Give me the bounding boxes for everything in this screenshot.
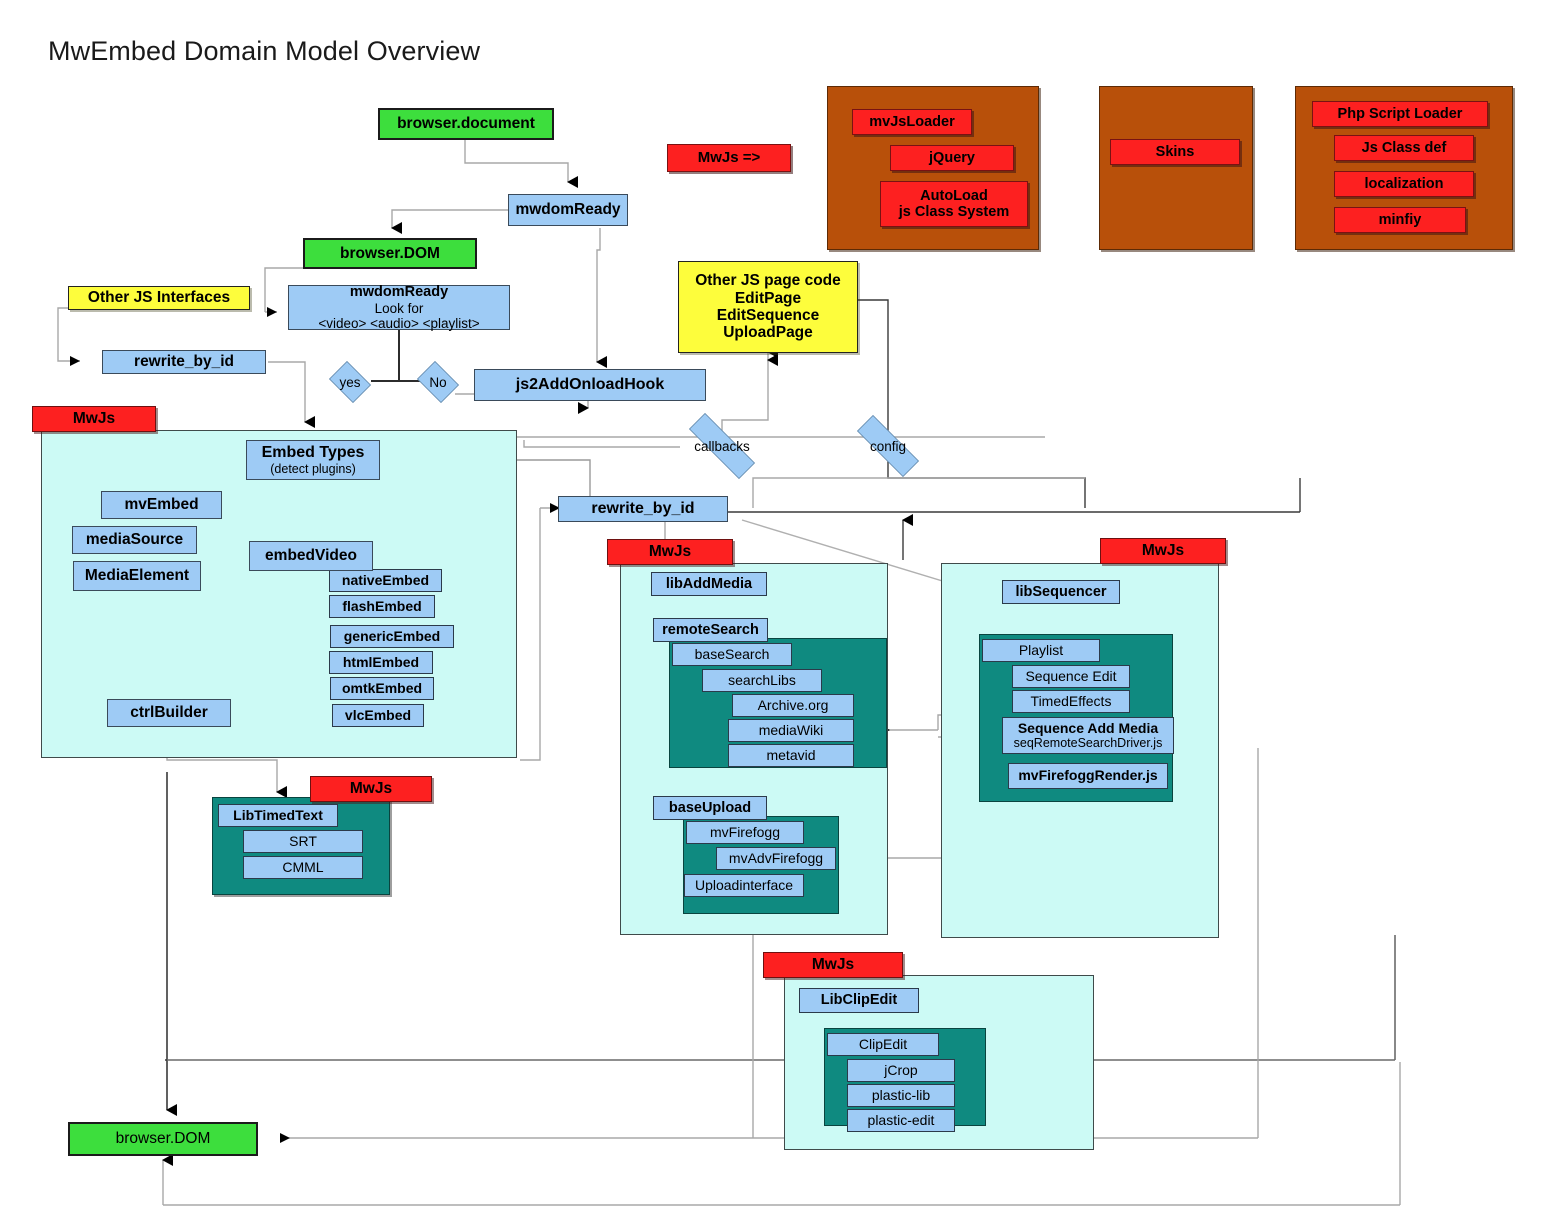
node-ctrlbuilder[interactable]: ctrlBuilder	[107, 699, 231, 727]
node-plastic-edit[interactable]: plastic-edit	[847, 1109, 955, 1132]
node-timedeffects[interactable]: TimedEffects	[1012, 690, 1130, 713]
node-js2addonloadhook[interactable]: js2AddOnloadHook	[474, 369, 706, 401]
node-remotesearch[interactable]: remoteSearch	[653, 618, 768, 642]
other-js-page-code-line1: Other JS page code	[695, 272, 841, 290]
loader-item-localization[interactable]: localization	[1334, 171, 1474, 197]
group-baseupload: mvFirefogg mvAdvFirefogg Uploadinterface	[683, 816, 839, 914]
node-libtimedtext[interactable]: LibTimedText	[218, 804, 338, 827]
node-basesearch[interactable]: baseSearch	[672, 643, 792, 666]
connector-config[interactable]: config	[842, 415, 934, 477]
connector-callbacks[interactable]: callbacks	[672, 413, 772, 479]
group-skins: Skins	[1099, 86, 1253, 250]
group-remotesearch: baseSearch searchLibs Archive.org mediaW…	[669, 638, 887, 768]
other-js-page-code-line4: UploadPage	[723, 324, 813, 342]
node-browser-dom-bottom[interactable]: browser.DOM	[68, 1122, 258, 1156]
node-searchlibs[interactable]: searchLibs	[702, 669, 822, 692]
node-mediaelement[interactable]: MediaElement	[73, 561, 201, 591]
decision-no-label: No	[429, 374, 447, 390]
panel-addmedia: libAddMedia remoteSearch baseSearch sear…	[620, 563, 888, 935]
node-browser-dom-top[interactable]: browser.DOM	[303, 238, 477, 269]
sequence-add-media-sub: seqRemoteSearchDriver.js	[1013, 736, 1163, 751]
mwdomready-detail-title: mwdomReady	[349, 284, 449, 301]
loader-item-minfiy[interactable]: minfiy	[1334, 207, 1466, 233]
node-mwjs-entry[interactable]: MwJs =>	[667, 144, 791, 172]
panel-sequencer: libSequencer Playlist Sequence Edit Time…	[941, 563, 1219, 938]
diagram-canvas: MwEmbed Domain Model Overview browser.do…	[0, 0, 1542, 1232]
group-mvjsloader: mvJsLoader jQuery AutoLoad js Class Syst…	[827, 86, 1039, 250]
other-js-page-code-line2: EditPage	[734, 289, 802, 307]
node-browser-document[interactable]: browser.document	[378, 108, 554, 140]
node-srt[interactable]: SRT	[243, 830, 363, 853]
page-title: MwEmbed Domain Model Overview	[48, 36, 481, 66]
loader-item-skins[interactable]: Skins	[1110, 139, 1240, 165]
node-embed-types[interactable]: Embed Types (detect plugins)	[246, 440, 380, 480]
node-mediawiki[interactable]: mediaWiki	[728, 719, 854, 742]
mwjs-label-timedtext-panel: MwJs	[310, 776, 432, 802]
mwdomready-detail-sub1: Look for	[374, 300, 424, 316]
node-libaddmedia[interactable]: libAddMedia	[651, 572, 767, 596]
group-timedtext: LibTimedText SRT CMML	[212, 797, 390, 895]
sequence-add-media-title: Sequence Add Media	[1017, 719, 1159, 736]
node-rewrite-by-id-mid[interactable]: rewrite_by_id	[558, 496, 728, 522]
other-js-page-code-line3: EditSequence	[716, 307, 820, 324]
mwjs-label-clipedit-panel: MwJs	[763, 952, 903, 978]
decision-no[interactable]: No	[414, 361, 462, 403]
node-libsequencer[interactable]: libSequencer	[1002, 580, 1120, 604]
group-clipedit: ClipEdit jCrop plastic-lib plastic-edit	[824, 1028, 986, 1132]
node-other-js-interfaces[interactable]: Other JS Interfaces	[68, 286, 250, 310]
node-mwdomready-top[interactable]: mwdomReady	[508, 194, 628, 226]
node-mvadvfirefogg[interactable]: mvAdvFirefogg	[716, 847, 836, 870]
mwjs-label-addmedia-panel: MwJs	[607, 539, 733, 565]
node-jcrop[interactable]: jCrop	[847, 1059, 955, 1082]
node-mwdomready-detail[interactable]: mwdomReady Look for <video> <audio> <pla…	[288, 284, 510, 331]
embed-types-title: Embed Types	[261, 444, 365, 462]
node-sequence-add-media[interactable]: Sequence Add Media seqRemoteSearchDriver…	[1002, 717, 1174, 754]
node-cmml[interactable]: CMML	[243, 856, 363, 879]
panel-clipedit: LibClipEdit ClipEdit jCrop plastic-lib p…	[784, 975, 1094, 1150]
node-htmlembed[interactable]: htmlEmbed	[329, 651, 433, 674]
decision-yes-label: yes	[339, 374, 361, 390]
node-baseupload[interactable]: baseUpload	[653, 796, 767, 820]
node-libclipedit[interactable]: LibClipEdit	[799, 988, 919, 1013]
decision-yes[interactable]: yes	[326, 361, 374, 403]
node-genericembed[interactable]: genericEmbed	[330, 625, 454, 648]
node-flashembed[interactable]: flashEmbed	[329, 595, 435, 618]
embed-types-sub: (detect plugins)	[270, 461, 356, 476]
node-sequence-edit[interactable]: Sequence Edit	[1012, 665, 1130, 688]
mwjs-label-embed-panel: MwJs	[32, 406, 156, 432]
connector-callbacks-label: callbacks	[694, 438, 750, 454]
node-vlcembed[interactable]: vlcEmbed	[332, 704, 424, 727]
mwdomready-detail-sub2: <video> <audio> <playlist>	[318, 315, 480, 331]
node-archive-org[interactable]: Archive.org	[732, 694, 854, 717]
connector-config-label: config	[869, 438, 907, 454]
loader-item-autoload[interactable]: AutoLoad js Class System	[880, 181, 1028, 227]
mwjs-label-sequencer-panel: MwJs	[1100, 538, 1226, 564]
loader-item-jquery[interactable]: jQuery	[890, 145, 1014, 171]
node-mediasource[interactable]: mediaSource	[72, 526, 197, 554]
node-rewrite-by-id-left[interactable]: rewrite_by_id	[102, 350, 266, 374]
node-omtkembed[interactable]: omtkEmbed	[330, 677, 434, 700]
node-embedvideo[interactable]: embedVideo	[249, 541, 373, 571]
node-clipedit[interactable]: ClipEdit	[827, 1033, 939, 1056]
node-other-js-page-code[interactable]: Other JS page code EditPage EditSequence…	[678, 261, 858, 353]
group-sequencer: Playlist Sequence Edit TimedEffects Sequ…	[979, 634, 1174, 802]
node-uploadinterface[interactable]: Uploadinterface	[684, 874, 804, 897]
node-mvfirefogg[interactable]: mvFirefogg	[686, 821, 804, 844]
loader-item-js-class-def[interactable]: Js Class def	[1334, 135, 1474, 161]
loader-item-mvjsloader[interactable]: mvJsLoader	[852, 109, 972, 135]
panel-embed: Embed Types (detect plugins) mvEmbed med…	[41, 430, 517, 758]
node-metavid[interactable]: metavid	[728, 744, 854, 767]
node-nativeembed[interactable]: nativeEmbed	[329, 569, 442, 592]
group-php-script-loader: Php Script Loader Js Class def localizat…	[1295, 86, 1513, 250]
node-mvfirefoggrender[interactable]: mvFirefoggRender.js	[1008, 763, 1168, 789]
node-plastic-lib[interactable]: plastic-lib	[847, 1084, 955, 1107]
loader-item-php-script-loader[interactable]: Php Script Loader	[1312, 101, 1488, 127]
node-mvembed[interactable]: mvEmbed	[101, 491, 222, 519]
node-playlist[interactable]: Playlist	[982, 639, 1100, 662]
